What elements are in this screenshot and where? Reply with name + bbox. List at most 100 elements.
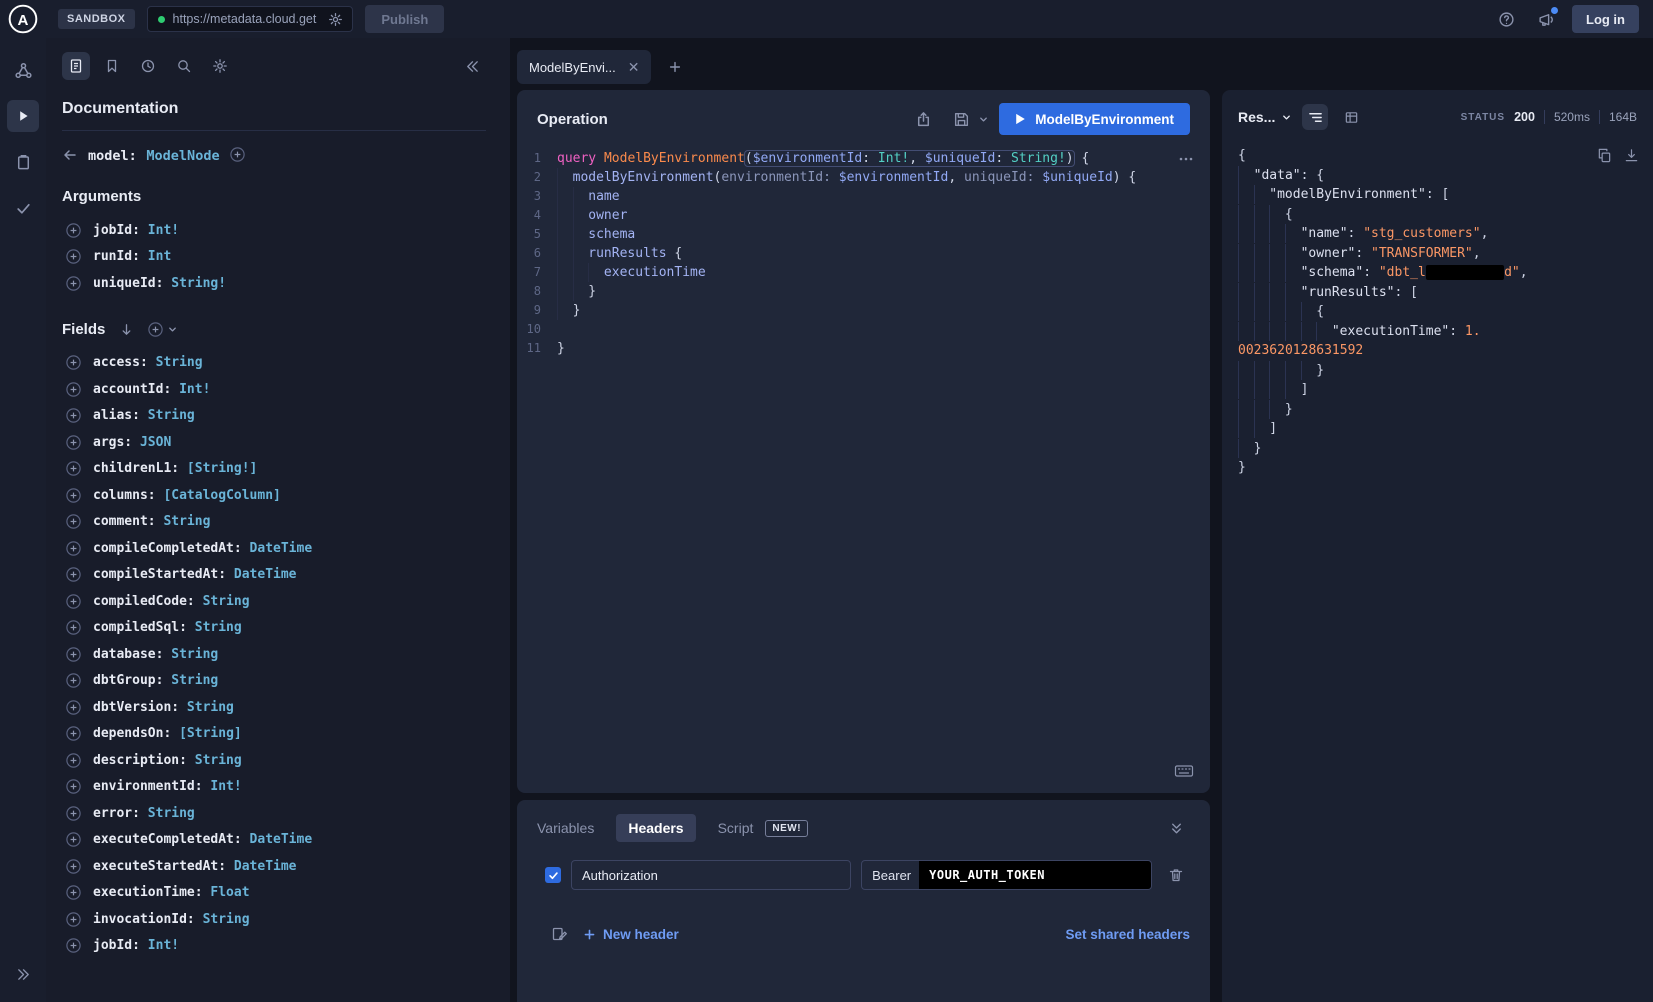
add-field-circle-icon[interactable] [66, 567, 81, 582]
tree-view-icon[interactable] [1302, 104, 1328, 130]
field-type[interactable]: String [179, 700, 234, 715]
download-response-icon[interactable] [1624, 148, 1639, 163]
edit-headers-doc-icon[interactable] [545, 920, 573, 948]
add-field-circle-icon[interactable] [66, 382, 81, 397]
field-item[interactable]: dbtGroup: String [62, 668, 486, 695]
header-key-input[interactable] [571, 860, 851, 890]
field-item[interactable]: compileCompletedAt: DateTime [62, 535, 486, 562]
tab-script[interactable]: Script [718, 820, 754, 836]
field-name[interactable]: invocationId: [93, 912, 195, 927]
field-type[interactable]: String [140, 408, 195, 423]
share-icon[interactable] [909, 105, 937, 133]
field-name[interactable]: uniqueId: [93, 276, 163, 291]
field-item[interactable]: description: String [62, 747, 486, 774]
field-item[interactable]: childrenL1: [String!] [62, 456, 486, 483]
tab-variables[interactable]: Variables [537, 820, 594, 836]
add-field-circle-icon[interactable] [66, 594, 81, 609]
field-name[interactable]: compileCompletedAt: [93, 541, 242, 556]
field-item[interactable]: jobId: Int! [62, 933, 486, 960]
add-field-circle-icon[interactable] [66, 753, 81, 768]
header-enabled-checkbox[interactable] [545, 867, 561, 883]
field-item[interactable]: dbtVersion: String [62, 694, 486, 721]
keyboard-shortcuts-icon[interactable] [1174, 763, 1194, 779]
explorer-play-icon[interactable] [7, 100, 39, 132]
add-field-circle-icon[interactable] [66, 779, 81, 794]
field-type[interactable]: String [156, 514, 211, 529]
breadcrumb-type[interactable]: ModelNode [146, 148, 219, 164]
set-shared-headers-button[interactable]: Set shared headers [1065, 927, 1190, 942]
field-type[interactable]: DateTime [242, 541, 312, 556]
field-item[interactable]: compiledCode: String [62, 588, 486, 615]
field-type[interactable]: JSON [132, 435, 171, 450]
publish-button[interactable]: Publish [365, 5, 444, 33]
field-type[interactable]: Int! [140, 938, 179, 953]
field-name[interactable]: error: [93, 806, 140, 821]
endpoint-url[interactable]: https://metadata.cloud.get [173, 12, 317, 26]
back-arrow-icon[interactable] [62, 147, 78, 163]
field-name[interactable]: executeCompletedAt: [93, 832, 242, 847]
search-icon[interactable] [170, 52, 198, 80]
field-item[interactable]: environmentId: Int! [62, 774, 486, 801]
field-type[interactable]: Float [203, 885, 250, 900]
tab-headers[interactable]: Headers [616, 814, 695, 842]
field-type[interactable]: String [195, 912, 250, 927]
add-field-circle-icon[interactable] [66, 408, 81, 423]
response-dropdown[interactable]: Res... [1238, 109, 1292, 125]
field-type[interactable]: String [163, 673, 218, 688]
field-item[interactable]: error: String [62, 800, 486, 827]
field-name[interactable]: runId: [93, 249, 140, 264]
copy-response-icon[interactable] [1597, 148, 1612, 163]
field-type[interactable]: Int! [140, 223, 179, 238]
query-editor[interactable]: 1query ModelByEnvironment($environmentId… [517, 149, 1210, 793]
field-item[interactable]: dependsOn: [String] [62, 721, 486, 748]
field-name[interactable]: accountId: [93, 382, 171, 397]
close-tab-icon[interactable]: ✕ [628, 60, 640, 74]
field-name[interactable]: args: [93, 435, 132, 450]
field-name[interactable]: dbtVersion: [93, 700, 179, 715]
add-field-circle-icon[interactable] [66, 832, 81, 847]
field-type[interactable]: Int! [203, 779, 242, 794]
field-type[interactable]: String [163, 647, 218, 662]
editor-menu-ellipsis-icon[interactable] [1178, 151, 1194, 167]
add-field-circle-icon[interactable] [66, 700, 81, 715]
add-field-circle-icon[interactable] [66, 488, 81, 503]
add-all-fields-icon[interactable] [148, 322, 178, 337]
add-field-circle-icon[interactable] [66, 461, 81, 476]
save-icon[interactable] [947, 105, 975, 133]
header-value-field[interactable]: Bearer YOUR_AUTH_TOKEN [861, 860, 1152, 890]
docs-icon[interactable] [62, 52, 90, 80]
field-type[interactable]: DateTime [242, 832, 312, 847]
field-item[interactable]: alias: String [62, 403, 486, 430]
field-item[interactable]: executeCompletedAt: DateTime [62, 827, 486, 854]
new-tab-plus-icon[interactable] [661, 53, 689, 81]
field-type[interactable]: Int [140, 249, 171, 264]
field-name[interactable]: dependsOn: [93, 726, 171, 741]
add-field-circle-icon[interactable] [66, 435, 81, 450]
endpoint-url-bar[interactable]: https://metadata.cloud.get [147, 6, 354, 32]
field-name[interactable]: executeStartedAt: [93, 859, 226, 874]
expand-rail-icon[interactable] [7, 958, 39, 990]
field-name[interactable]: dbtGroup: [93, 673, 163, 688]
field-type[interactable]: Int! [171, 382, 210, 397]
field-item[interactable]: executeStartedAt: DateTime [62, 853, 486, 880]
tab-modelbyenvironment[interactable]: ModelByEnvi... ✕ [517, 50, 651, 84]
field-name[interactable]: environmentId: [93, 779, 203, 794]
field-item[interactable]: executionTime: Float [62, 880, 486, 907]
login-button[interactable]: Log in [1572, 5, 1639, 33]
add-field-circle-icon[interactable] [66, 885, 81, 900]
add-field-circle-icon[interactable] [66, 647, 81, 662]
field-item[interactable]: database: String [62, 641, 486, 668]
field-item[interactable]: runId: Int [62, 244, 486, 271]
apollo-logo[interactable]: A [0, 3, 46, 35]
field-name[interactable]: jobId: [93, 938, 140, 953]
run-operation-button[interactable]: ModelByEnvironment [999, 103, 1190, 135]
field-item[interactable]: access: String [62, 350, 486, 377]
new-header-button[interactable]: New header [583, 927, 679, 942]
field-type[interactable]: [CatalogColumn] [156, 488, 281, 503]
field-item[interactable]: accountId: Int! [62, 376, 486, 403]
add-type-circle-icon[interactable] [230, 147, 245, 162]
operations-clipboard-icon[interactable] [7, 146, 39, 178]
field-type[interactable]: String [195, 594, 250, 609]
delete-header-trash-icon[interactable] [1162, 861, 1190, 889]
table-view-icon[interactable] [1338, 104, 1364, 130]
